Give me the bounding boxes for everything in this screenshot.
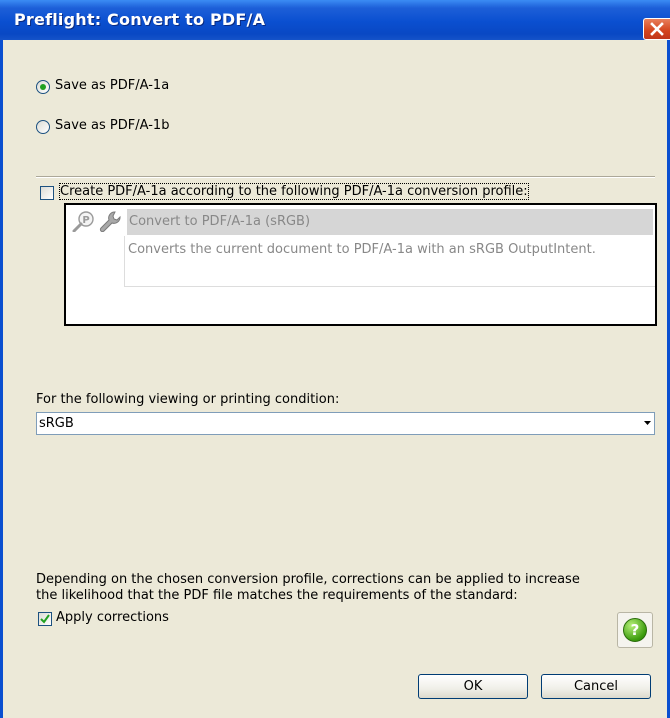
checkmark-icon xyxy=(40,614,50,624)
dropdown-arrow-icon[interactable] xyxy=(643,420,652,426)
save-pdfa-1b-radio[interactable] xyxy=(36,120,50,134)
window-frame-left xyxy=(0,40,3,718)
create-profile-checkbox[interactable] xyxy=(40,186,54,200)
separator xyxy=(36,176,655,178)
ok-button[interactable]: OK xyxy=(418,674,528,699)
window-title: Preflight: Convert to PDF/A xyxy=(14,10,266,29)
condition-value: sRGB xyxy=(39,416,74,431)
close-icon xyxy=(650,22,664,36)
cancel-button[interactable]: Cancel xyxy=(541,674,651,699)
description-underline xyxy=(124,286,655,287)
condition-label: For the following viewing or printing co… xyxy=(36,392,340,407)
save-pdfa-1a-radio[interactable] xyxy=(36,80,50,94)
corrections-info-line2: the likelihood that the PDF file matches… xyxy=(36,588,518,603)
corrections-info-line1: Depending on the chosen conversion profi… xyxy=(36,572,580,587)
create-profile-label[interactable]: Create PDF/A-1a according to the followi… xyxy=(59,183,529,200)
close-button[interactable] xyxy=(643,18,670,40)
magnifier-icon: P xyxy=(72,211,94,232)
save-pdfa-1b-label[interactable]: Save as PDF/A-1b xyxy=(55,118,169,133)
svg-text:P: P xyxy=(82,215,89,226)
title-bar: Preflight: Convert to PDF/A xyxy=(0,0,670,40)
help-icon: ? xyxy=(623,618,647,642)
save-pdfa-1a-label[interactable]: Save as PDF/A-1a xyxy=(55,78,169,93)
profile-list[interactable]: P Convert to PDF/A-1a (sRGB) Converts th… xyxy=(64,203,657,326)
description-divider xyxy=(124,236,125,286)
apply-corrections-label[interactable]: Apply corrections xyxy=(56,610,169,625)
profile-row-selected[interactable]: Convert to PDF/A-1a (sRGB) xyxy=(127,209,653,235)
profile-description: Converts the current document to PDF/A-1… xyxy=(128,242,596,257)
profile-name: Convert to PDF/A-1a (sRGB) xyxy=(129,214,311,229)
wrench-icon xyxy=(99,211,121,232)
radio-selected-dot xyxy=(40,84,46,90)
condition-select[interactable]: sRGB xyxy=(36,412,655,435)
apply-corrections-checkbox[interactable] xyxy=(38,612,52,626)
help-button[interactable]: ? xyxy=(617,612,653,648)
